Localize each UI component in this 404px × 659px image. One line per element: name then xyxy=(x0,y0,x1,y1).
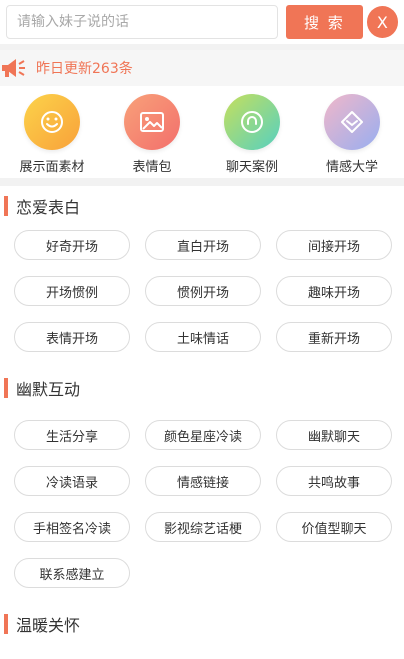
section-title-text: 恋爱表白 xyxy=(16,198,81,217)
tag-item[interactable]: 趣味开场 xyxy=(276,276,392,306)
section-title-text: 幽默互动 xyxy=(16,380,81,399)
tag-item[interactable]: 幽默聊天 xyxy=(276,420,392,450)
tag-item[interactable]: 情感链接 xyxy=(145,466,261,496)
section-title: 恋爱表白 xyxy=(0,186,404,226)
search-button[interactable]: 搜 索 xyxy=(286,5,363,39)
section-humor-interaction: 幽默互动 生活分享 颜色星座冷读 幽默聊天 冷读语录 情感链接 共鸣故事 手相签… xyxy=(0,368,404,588)
tag-item[interactable]: 价值型聊天 xyxy=(276,512,392,542)
tag-list: 生活分享 颜色星座冷读 幽默聊天 冷读语录 情感链接 共鸣故事 手相签名冷读 影… xyxy=(0,408,404,588)
tag-list: 好奇开场 直白开场 间接开场 开场惯例 惯例开场 趣味开场 表情开场 土味情话 … xyxy=(0,226,404,352)
accent-bar xyxy=(4,378,8,398)
accent-bar xyxy=(4,196,8,216)
section-title-text: 温暖关怀 xyxy=(16,616,81,635)
tag-item[interactable]: 间接开场 xyxy=(276,230,392,260)
category-label: 表情包 xyxy=(132,160,172,175)
notice-text: 昨日更新263条 xyxy=(36,61,133,77)
tag-item[interactable]: 手相签名冷读 xyxy=(14,512,130,542)
chat-circle-icon xyxy=(224,94,280,150)
section-title: 温暖关怀 xyxy=(0,604,404,644)
tag-item[interactable]: 冷读语录 xyxy=(14,466,130,496)
tag-item[interactable]: 联系感建立 xyxy=(14,558,130,588)
megaphone-icon xyxy=(2,59,25,77)
category-grid: 展示面素材 表情包 聊天案例 情感大学 xyxy=(0,86,404,178)
tag-item[interactable]: 共鸣故事 xyxy=(276,466,392,496)
tag-item[interactable]: 表情开场 xyxy=(14,322,130,352)
search-bar: 搜 索 X xyxy=(0,0,404,44)
diamond-icon xyxy=(324,94,380,150)
search-input[interactable] xyxy=(6,5,279,39)
category-label: 展示面素材 xyxy=(19,160,85,175)
category-stickers[interactable]: 表情包 xyxy=(112,94,192,178)
smile-icon xyxy=(24,94,80,150)
tag-item[interactable]: 好奇开场 xyxy=(14,230,130,260)
category-label: 情感大学 xyxy=(325,160,378,175)
section-love-confession: 恋爱表白 好奇开场 直白开场 间接开场 开场惯例 惯例开场 趣味开场 表情开场 … xyxy=(0,186,404,352)
section-title: 幽默互动 xyxy=(0,368,404,408)
tag-item[interactable]: 开场惯例 xyxy=(14,276,130,306)
tag-item[interactable]: 惯例开场 xyxy=(145,276,261,306)
tag-item[interactable]: 直白开场 xyxy=(145,230,261,260)
tag-item[interactable]: 重新开场 xyxy=(276,322,392,352)
image-icon xyxy=(124,94,180,150)
tag-item[interactable]: 土味情话 xyxy=(145,322,261,352)
tag-item[interactable]: 颜色星座冷读 xyxy=(145,420,261,450)
category-chat-cases[interactable]: 聊天案例 xyxy=(212,94,292,178)
section-warm-care: 温暖关怀 xyxy=(0,604,404,644)
divider xyxy=(0,178,404,186)
update-notice: 昨日更新263条 xyxy=(0,50,404,86)
category-emotion-university[interactable]: 情感大学 xyxy=(312,94,392,178)
accent-bar xyxy=(4,614,8,634)
category-display-material[interactable]: 展示面素材 xyxy=(12,94,92,178)
tag-item[interactable]: 影视综艺话梗 xyxy=(145,512,261,542)
close-button[interactable]: X xyxy=(366,6,398,38)
category-label: 聊天案例 xyxy=(225,160,278,175)
tag-item[interactable]: 生活分享 xyxy=(14,420,130,450)
